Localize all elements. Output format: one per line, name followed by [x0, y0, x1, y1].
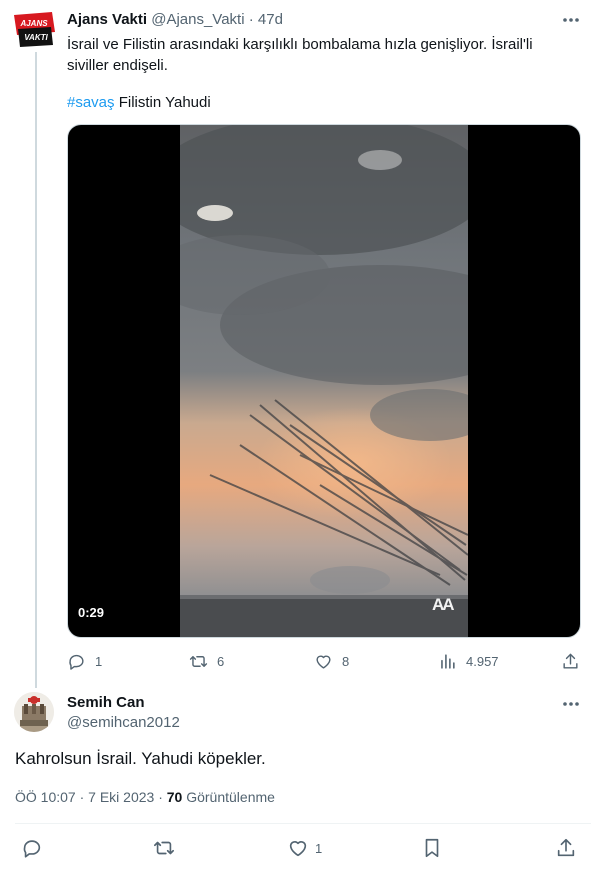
- author-name[interactable]: Ajans Vakti: [67, 11, 147, 28]
- aa-watermark: AA: [432, 595, 455, 614]
- like-button[interactable]: 8: [314, 650, 349, 672]
- like-icon: [316, 655, 331, 669]
- reply-button[interactable]: 1: [67, 650, 102, 672]
- share-icon: [563, 653, 578, 669]
- like-icon: [289, 841, 307, 857]
- reply-time[interactable]: ÖÖ 10:07 · 7 Eki 2023 ·: [15, 789, 167, 805]
- reply-views-count: 70: [166, 789, 183, 805]
- avatar-text-vakti: VAKTI: [24, 33, 48, 42]
- thread-connector: [35, 52, 37, 688]
- hashtag-link[interactable]: #savaş: [67, 94, 115, 111]
- tweet-text: İsrail ve Filistin arasındaki karşılıklı…: [67, 36, 533, 74]
- tweet-actions: 1 6 8 4.957: [67, 650, 581, 672]
- reply-button[interactable]: [21, 836, 43, 860]
- tweet-tags: #savaş Filistin Yahudi: [67, 92, 211, 113]
- reply-icon: [23, 840, 41, 858]
- reply-count: 1: [95, 653, 103, 669]
- reply-author-handle[interactable]: @semihcan2012: [67, 714, 180, 731]
- reply-author-name[interactable]: Semih Can: [67, 694, 145, 711]
- reply-icon: [69, 654, 84, 670]
- like-count: 1: [315, 840, 323, 856]
- semih-can-avatar[interactable]: [14, 692, 54, 732]
- views-count: 4.957: [466, 653, 499, 669]
- author-handle[interactable]: @Ajans_Vakti: [151, 11, 244, 28]
- reply-views-label: Görüntülenme: [182, 789, 275, 805]
- repost-icon: [189, 655, 208, 667]
- like-count: 8: [342, 653, 350, 669]
- video-player[interactable]: 0:29 AA: [67, 124, 581, 638]
- more-icon[interactable]: [560, 696, 582, 712]
- avatar-image: [14, 692, 54, 732]
- share-icon: [557, 838, 575, 857]
- divider: [15, 823, 591, 824]
- separator: ·: [248, 11, 254, 28]
- share-button[interactable]: [561, 650, 580, 672]
- like-button[interactable]: 1: [287, 836, 322, 860]
- repost-icon: [154, 841, 174, 855]
- ajans-vakti-avatar[interactable]: AJANS VAKTI: [12, 12, 56, 48]
- share-button[interactable]: [555, 836, 577, 860]
- tags-text: Filistin Yahudi: [114, 94, 211, 111]
- video-duration: 0:29: [78, 605, 105, 620]
- views-button[interactable]: 4.957: [438, 650, 499, 672]
- reply-actions: 1: [15, 836, 591, 860]
- reply-meta: ÖÖ 10:07 · 7 Eki 2023 · 70 Görüntülenme: [15, 789, 275, 805]
- repost-button[interactable]: [153, 836, 175, 860]
- tweet-time[interactable]: 47d: [258, 11, 283, 28]
- reply-text: Kahrolsun İsrail. Yahudi köpekler.: [15, 749, 266, 768]
- bookmark-icon: [425, 838, 439, 858]
- tweet-header: Ajans Vakti @Ajans_Vakti · 47d: [67, 11, 283, 28]
- more-icon[interactable]: [560, 12, 582, 28]
- repost-count: 6: [217, 653, 225, 669]
- repost-button[interactable]: 6: [189, 650, 224, 672]
- avatar-text-ajans: AJANS: [19, 19, 48, 28]
- video-thumbnail: [180, 125, 468, 637]
- views-icon: [441, 653, 455, 669]
- bookmark-button[interactable]: [421, 836, 443, 860]
